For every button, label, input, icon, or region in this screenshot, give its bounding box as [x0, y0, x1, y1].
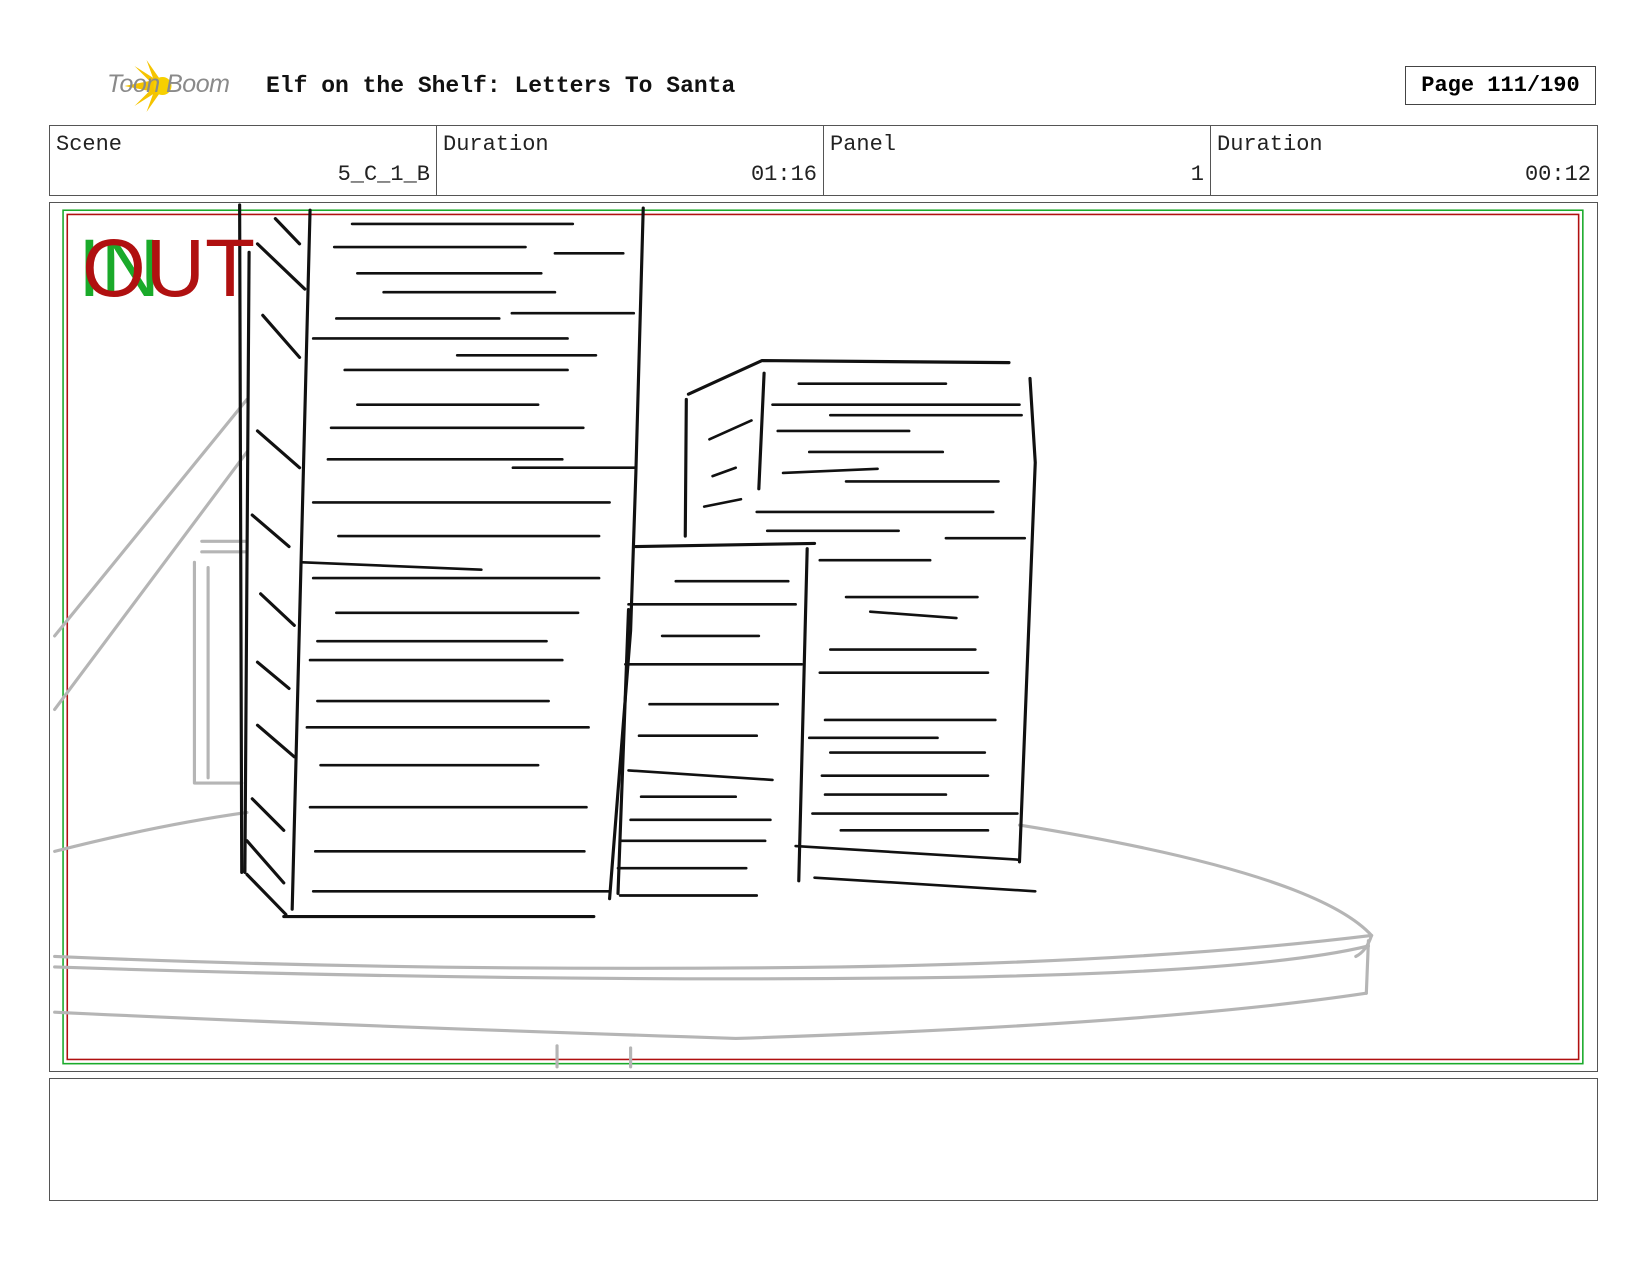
letter-stacks-sketch [238, 203, 1037, 919]
background-sketch [53, 397, 1374, 1069]
panel-sketch [53, 203, 1584, 1069]
safe-frame-outer [62, 209, 1584, 1065]
safe-frame-inner [66, 213, 1580, 1061]
out-marker: OUT [82, 223, 256, 314]
